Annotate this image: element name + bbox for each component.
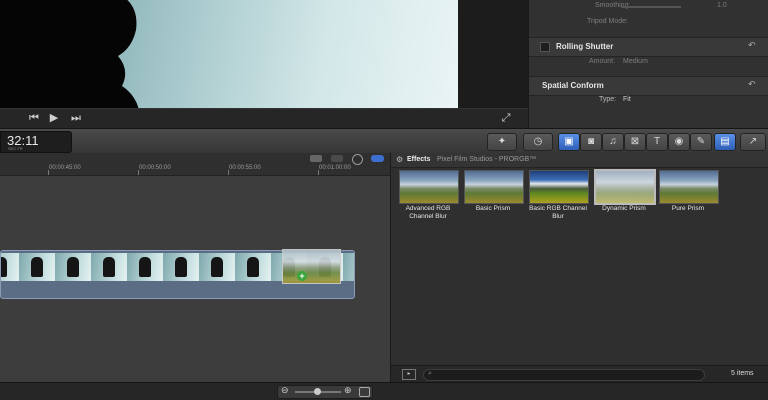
photo-browser-icon[interactable]: ◙: [580, 133, 602, 151]
transitions-browser-icon[interactable]: ⊠: [624, 133, 646, 151]
timecode-display[interactable]: 32:11 SEC FR: [0, 131, 72, 153]
smoothing-slider[interactable]: [621, 6, 681, 8]
sidebar-toggle-icon[interactable]: ▸: [402, 369, 416, 380]
effect-label: Pure Prism: [671, 205, 705, 212]
toolbar: 32:11 SEC FR ✦ ◷ ▣ ◙ ♫ ⊠ T ◉ ✎ ▤ ↗: [0, 128, 768, 154]
rolling-shutter-title: Rolling Shutter: [556, 42, 614, 51]
retime-clock-icon[interactable]: ◷: [523, 133, 553, 151]
ruler-tick-label: 00:00:45:00: [49, 165, 81, 171]
themes-browser-icon[interactable]: ✎: [690, 133, 712, 151]
rolling-shutter-checkbox[interactable]: [540, 42, 550, 52]
timeline-zoom-control: ⊖ ⊕: [277, 385, 373, 399]
smoothing-row: Smoothing: 1.0: [529, 2, 768, 12]
effects-browser: ⚙ Effects Pixel Film Studios - PRORGB™ A…: [391, 153, 768, 383]
items-count: 5 items: [731, 370, 754, 377]
music-browser-icon[interactable]: ♫: [602, 133, 624, 151]
effect-label: Basic RGB Channel Blur: [529, 205, 587, 220]
amount-label: Amount:: [589, 58, 616, 65]
amount-row: Amount: Medium: [529, 58, 768, 68]
ruler-tick-label: 00:00:55:00: [229, 165, 261, 171]
dragged-effect-thumbnail[interactable]: [282, 249, 341, 284]
zoom-slider-knob[interactable]: [314, 388, 321, 395]
gear-icon[interactable]: ⚙: [396, 155, 403, 164]
timeline-index-icon[interactable]: ▤: [714, 133, 736, 151]
ruler-tick-label: 00:01:00:00: [319, 165, 351, 171]
share-icon[interactable]: ↗: [740, 133, 766, 151]
effect-thumbnail-basic-prism[interactable]: [464, 170, 524, 204]
timeline-ruler[interactable]: 00:00:45:00 00:00:50:00 00:00:55:00 00:0…: [0, 153, 390, 176]
timecode-units: SEC FR: [8, 146, 23, 151]
add-effect-icon: +: [297, 271, 307, 281]
amount-popup[interactable]: Medium: [623, 58, 648, 65]
effects-category-path: Pixel Film Studios - PRORGB™: [437, 156, 537, 163]
spatial-conform-title: Spatial Conform: [542, 81, 604, 90]
skimming-toggle-icon[interactable]: [371, 155, 384, 162]
tripod-row: Tripod Mode:: [529, 18, 768, 28]
effects-footer: ▸ ⌕ 5 items: [391, 365, 768, 383]
ruler-tick-label: 00:00:50:00: [139, 165, 171, 171]
effect-label: Advanced RGB Channel Blur: [405, 205, 451, 220]
video-preview: [0, 0, 458, 108]
effect-label: Dynamic Prism: [602, 205, 646, 212]
solo-icon[interactable]: [331, 155, 343, 162]
fullscreen-icon[interactable]: ⤢: [498, 110, 514, 126]
generators-browser-icon[interactable]: ◉: [668, 133, 690, 151]
reset-icon[interactable]: ↶: [748, 40, 756, 51]
forward-icon[interactable]: ⏭: [69, 110, 83, 126]
effect-thumbnail-basic-rgb-channel-blur[interactable]: [529, 170, 589, 204]
effects-browser-icon[interactable]: ▣: [558, 133, 580, 151]
type-row: Type: Fit: [529, 96, 768, 106]
tripod-label: Tripod Mode:: [587, 18, 628, 25]
silhouette-figure: [0, 0, 139, 108]
rolling-shutter-header: Rolling Shutter ↶: [529, 37, 768, 57]
bottom-bar: ⊖ ⊕: [0, 382, 768, 400]
effect-label: Basic Prism: [475, 205, 511, 212]
effect-thumbnail-pure-prism[interactable]: [659, 170, 719, 204]
play-icon[interactable]: ▶: [47, 110, 61, 126]
viewer: ⏮ ▶ ⏭ ⤢: [0, 0, 528, 129]
type-popup[interactable]: Fit: [623, 96, 631, 103]
clip-appearance-icon[interactable]: [359, 387, 370, 397]
titles-browser-icon[interactable]: T: [646, 133, 668, 151]
audio-skimming-icon[interactable]: [310, 155, 322, 162]
spatial-conform-header: Spatial Conform ↶: [529, 76, 768, 96]
smoothing-value[interactable]: 1.0: [717, 2, 727, 9]
search-icon: ⌕: [428, 370, 432, 377]
zoom-out-icon[interactable]: ⊖: [281, 385, 289, 396]
reset-icon[interactable]: ↶: [748, 79, 756, 90]
effect-thumbnail-dynamic-prism[interactable]: [594, 169, 656, 205]
effects-header: ⚙ Effects Pixel Film Studios - PRORGB™: [391, 153, 768, 168]
effects-title: Effects: [407, 156, 431, 163]
viewer-transport-bar: ⏮ ▶ ⏭ ⤢: [0, 108, 528, 129]
timeline[interactable]: 00:00:45:00 00:00:50:00 00:00:55:00 00:0…: [0, 153, 391, 382]
effects-search-input[interactable]: ⌕: [423, 369, 705, 381]
effect-thumbnail-advanced-rgb-channel-blur[interactable]: [399, 170, 459, 204]
magic-wand-icon[interactable]: ✦: [487, 133, 517, 151]
rewind-icon[interactable]: ⏮: [27, 110, 41, 126]
inspector-panel: Smoothing: 1.0 Tripod Mode: Rolling Shut…: [528, 0, 768, 128]
zoom-in-icon[interactable]: ⊕: [344, 385, 352, 396]
snapping-icon[interactable]: [352, 154, 363, 165]
type-label: Type:: [599, 96, 617, 103]
